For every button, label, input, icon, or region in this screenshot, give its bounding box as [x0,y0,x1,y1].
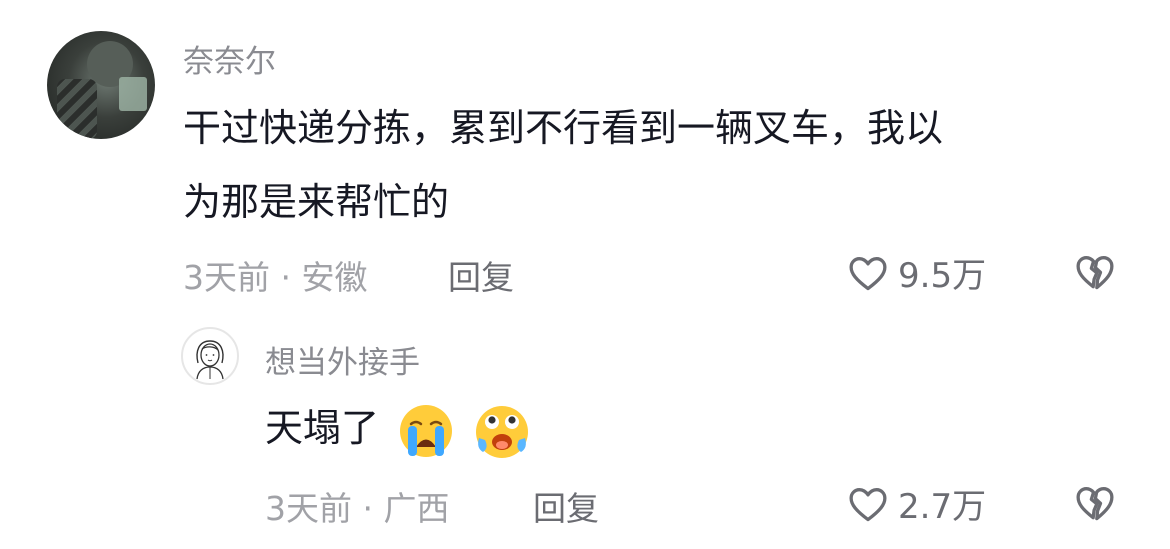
reply-dislike-button[interactable] [1072,481,1118,529]
pleading-face-emoji-icon [476,405,529,458]
reply-like-button[interactable]: 2.7万 [846,479,986,528]
crying-face-emoji-icon [400,404,453,457]
heart-icon [849,256,887,290]
reply-comment-text-content: 天塌了 [265,406,380,450]
broken-heart-icon [1076,256,1114,290]
commenter-username[interactable]: 奈奈尔 [183,36,276,81]
broken-heart-icon [1076,487,1114,521]
comment-time-location: 3天前 · 安徽 [183,258,368,297]
like-button[interactable]: 9.5万 [846,248,986,297]
commenter-avatar[interactable] [47,31,155,139]
like-count: 9.5万 [898,256,987,296]
reply-button[interactable]: 回复 [448,251,514,299]
reply-commenter-avatar[interactable] [181,327,239,385]
reply-commenter-username[interactable]: 想当外接手 [265,337,420,382]
comment-text-line-1: 干过快递分拣，累到不行看到一辆叉车，我以 [183,106,944,150]
reply-comment-text: 天塌了 [265,400,531,460]
comment-text-line-2: 为那是来帮忙的 [183,180,450,224]
reply-to-reply-button[interactable]: 回复 [533,482,599,530]
dislike-button[interactable] [1072,250,1118,298]
reply-like-count: 2.7万 [898,487,987,527]
line-drawn-girl-avatar-icon [196,340,224,380]
reply-time-location: 3天前 · 广西 [265,489,450,528]
avatar-photo-screen [119,77,147,111]
avatar-photo-clothes [57,79,97,139]
heart-icon [849,487,887,521]
